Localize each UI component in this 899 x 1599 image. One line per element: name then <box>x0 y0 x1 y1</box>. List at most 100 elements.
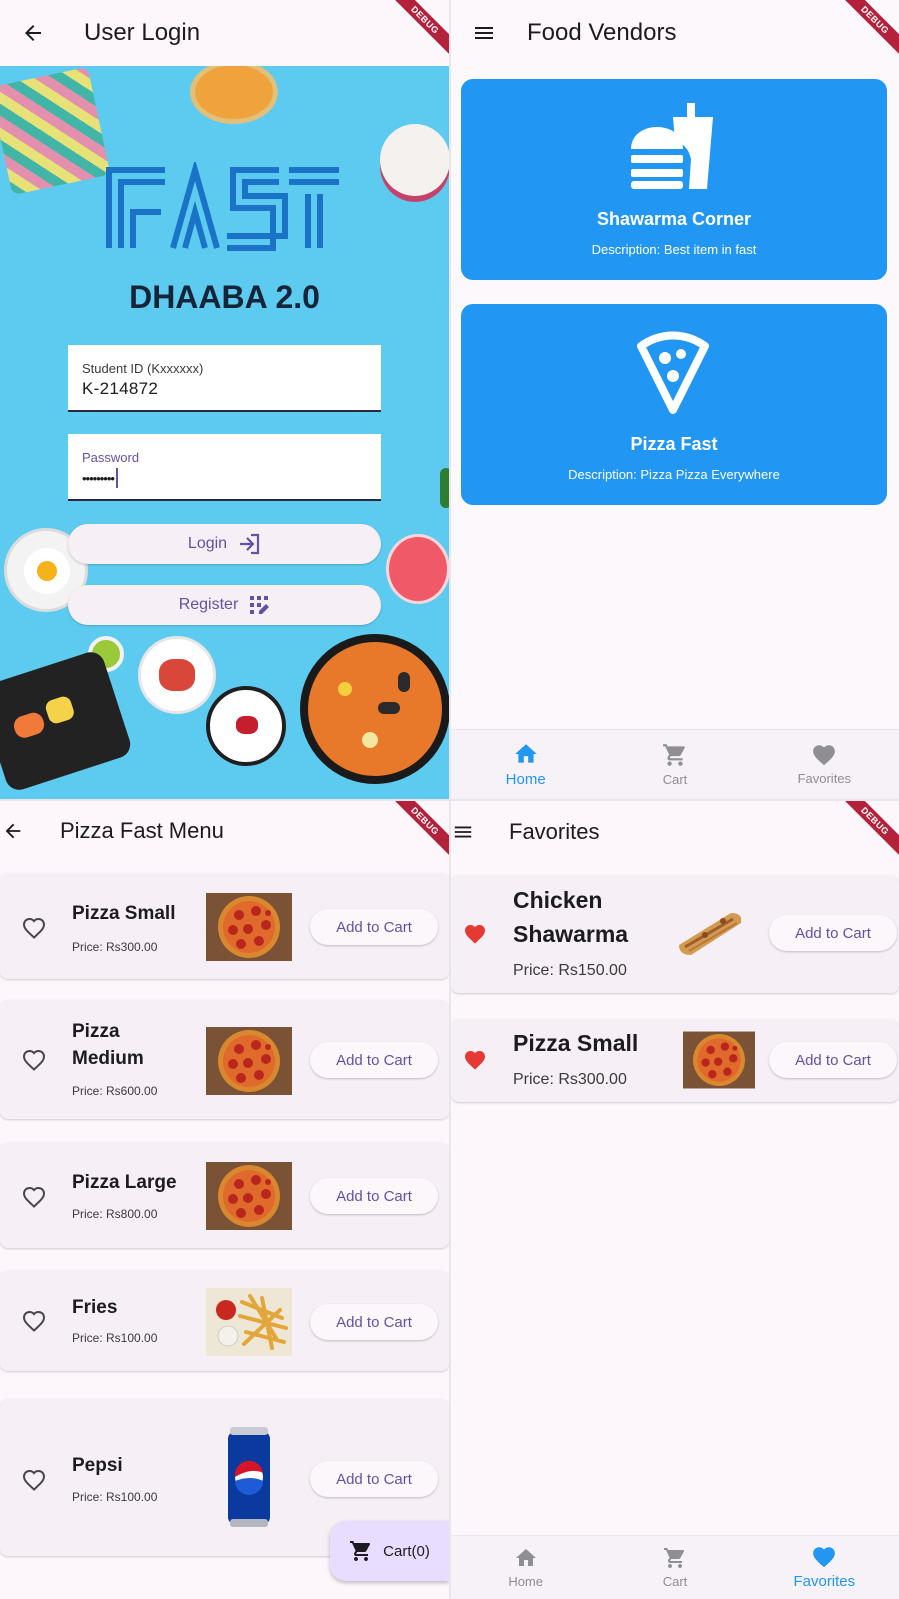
student-id-field[interactable]: Student ID (Kxxxxxx) K-214872 <box>68 345 381 412</box>
bottom-navigation: Home Cart Favorites <box>451 1535 899 1599</box>
cart-icon <box>663 1546 687 1570</box>
menu-item-card: Pizza Small Price: Rs300.00 Add to Cart <box>0 873 449 979</box>
login-background: DHAABA 2.0 Student ID (Kxxxxxx) K-214872… <box>0 66 449 799</box>
add-to-cart-button[interactable]: Add to Cart <box>310 1178 438 1214</box>
register-button-label: Register <box>178 596 239 613</box>
favorite-outline-icon[interactable] <box>22 917 46 939</box>
register-button[interactable]: Register <box>68 585 381 625</box>
pepsi-can-image <box>228 1427 270 1527</box>
vendor-name: Shawarma Corner <box>596 209 752 229</box>
pizza-image <box>206 1027 292 1095</box>
page-title: Pizza Fast Menu <box>60 818 224 843</box>
add-to-cart-button[interactable]: Add to Cart <box>310 1042 438 1078</box>
vendor-description: Description: Best item in fast <box>591 242 757 257</box>
favorite-filled-icon[interactable] <box>463 1049 487 1071</box>
student-id-value: K-214872 <box>82 379 159 398</box>
menu-button[interactable] <box>451 0 517 66</box>
login-screen: DHAABA 2.0 Student ID (Kxxxxxx) K-214872… <box>0 0 449 799</box>
login-button-label: Login <box>187 535 228 552</box>
vendor-card[interactable]: Shawarma Corner Description: Best item i… <box>461 79 887 280</box>
nav-cart[interactable]: Cart <box>600 730 749 799</box>
login-button[interactable]: Login <box>68 524 381 564</box>
item-price: Price: Rs300.00 <box>513 1071 627 1088</box>
favorite-outline-icon[interactable] <box>22 1186 46 1208</box>
menu-button[interactable] <box>451 801 475 865</box>
menu-item-card: Fries Price: Rs100.00 Add to Cart <box>0 1270 449 1371</box>
vendor-card[interactable]: Pizza Fast Description: Pizza Pizza Ever… <box>461 304 887 505</box>
item-name: Pizza Small <box>72 903 176 924</box>
home-icon <box>513 741 539 767</box>
item-price: Price: Rs100.00 <box>72 1490 158 1504</box>
favorite-outline-icon[interactable] <box>22 1310 46 1332</box>
favorite-item-card: Chicken Shawarma Price: Rs150.00 Add to … <box>451 875 899 993</box>
home-icon <box>514 1546 538 1570</box>
nav-cart[interactable]: Cart <box>600 1536 749 1599</box>
item-price: Price: Rs300.00 <box>72 940 158 954</box>
cupcake-illustration <box>380 124 449 196</box>
page-title: Favorites <box>509 819 600 844</box>
nav-label: Home <box>505 771 546 788</box>
password-field[interactable]: Password ••••••••• <box>68 434 381 501</box>
rice-bowl-illustration <box>206 686 286 766</box>
back-button[interactable] <box>0 801 26 861</box>
page-title: User Login <box>84 19 201 46</box>
fries-image <box>206 1288 292 1356</box>
item-price: Price: Rs100.00 <box>72 1331 158 1345</box>
menu-screen: Pizza Fast Menu DEBUG Pizza Small Price:… <box>0 801 449 1599</box>
add-to-cart-button[interactable]: Add to Cart <box>769 915 897 951</box>
favorites-app-bar: Favorites <box>451 801 899 863</box>
shawarma-image <box>679 913 742 955</box>
pizza-image <box>206 1162 292 1230</box>
add-to-cart-button[interactable]: Add to Cart <box>310 1461 438 1497</box>
hamburger-menu-icon <box>475 27 493 39</box>
cart-button[interactable]: Cart(0) <box>330 1521 449 1581</box>
login-app-bar: User Login <box>0 0 449 66</box>
add-to-cart-button[interactable]: Add to Cart <box>769 1042 897 1078</box>
page-title: Food Vendors <box>527 19 677 46</box>
candle-illustration <box>386 534 449 604</box>
cart-icon <box>349 1539 373 1563</box>
add-to-cart-button[interactable]: Add to Cart <box>310 909 438 945</box>
hamburger-menu-icon <box>454 826 472 838</box>
item-name: Fries <box>72 1297 118 1318</box>
item-price: Price: Rs600.00 <box>72 1084 158 1098</box>
back-button[interactable] <box>0 0 66 66</box>
nav-label: Cart <box>662 772 688 787</box>
vendor-description: Description: Pizza Pizza Everywhere <box>568 467 780 482</box>
cart-icon <box>662 742 688 768</box>
meat-plate-illustration <box>138 636 216 714</box>
favorite-filled-icon[interactable] <box>463 923 487 945</box>
arrow-back-icon <box>5 823 21 839</box>
item-name: Pepsi <box>72 1455 123 1476</box>
nav-favorites[interactable]: Favorites <box>750 1536 899 1599</box>
nav-home[interactable]: Home <box>451 730 600 799</box>
paella-pan-illustration <box>300 634 449 784</box>
add-to-cart-button[interactable]: Add to Cart <box>310 1304 438 1340</box>
item-name: Chicken Shawarma <box>513 887 629 947</box>
pizza-image <box>683 1030 755 1090</box>
favorites-screen: Favorites DEBUG Chicken Shawarma Price: … <box>451 801 899 1599</box>
heart-icon <box>811 1545 837 1569</box>
arrow-back-icon <box>25 25 41 41</box>
bottom-navigation: Home Cart Favorites <box>451 729 899 799</box>
nav-favorites[interactable]: Favorites <box>750 730 899 799</box>
item-price: Price: Rs800.00 <box>72 1207 158 1221</box>
vendors-app-bar: Food Vendors <box>451 0 899 66</box>
favorite-outline-icon[interactable] <box>22 1049 46 1071</box>
password-label: Password <box>82 450 140 465</box>
nav-label: Favorites <box>793 1573 856 1590</box>
heart-icon <box>811 743 837 767</box>
favorite-item-card: Pizza Small Price: Rs300.00 Add to Cart <box>451 1019 899 1102</box>
green-vegetable-illustration <box>440 468 449 508</box>
item-price: Price: Rs150.00 <box>513 962 627 979</box>
gift-box-illustration <box>0 66 111 196</box>
nav-home[interactable]: Home <box>451 1536 600 1599</box>
vendors-screen: Food Vendors DEBUG Shawarma Corner Descr… <box>451 0 899 799</box>
item-name: Pizza Medium <box>72 1021 144 1069</box>
pizza-image <box>206 893 292 961</box>
menu-item-card: Pizza Large Price: Rs800.00 Add to Cart <box>0 1142 449 1248</box>
login-icon <box>240 533 260 555</box>
password-value: ••••••••• <box>82 470 115 486</box>
nav-label: Cart <box>662 1574 688 1589</box>
favorite-outline-icon[interactable] <box>22 1469 46 1491</box>
